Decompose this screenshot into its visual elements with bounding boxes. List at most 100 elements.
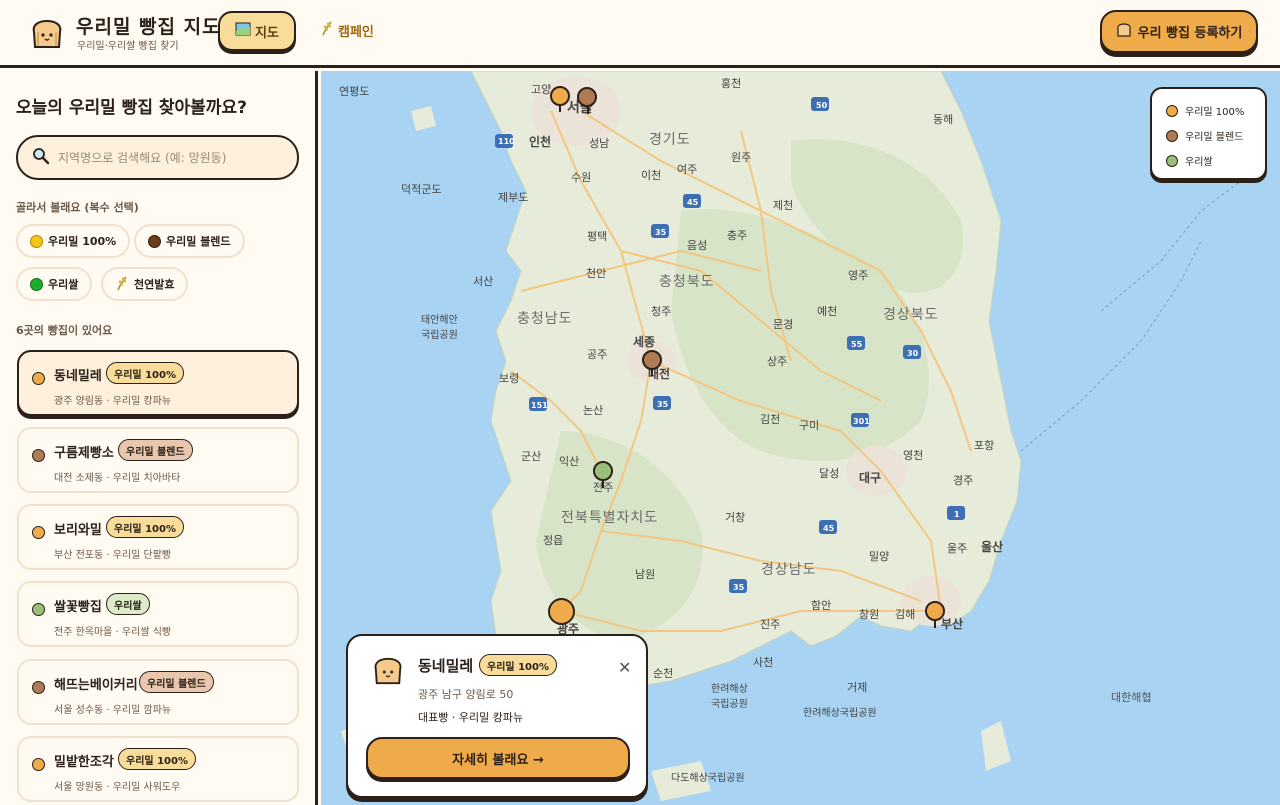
bakery-name: 보리와밀 (54, 523, 102, 538)
bakery-card[interactable]: 구름제빵소 우리밀 블렌드 대전 소제동 · 우리밀 치아바타 (17, 427, 299, 493)
province-label: 경상남도 (761, 562, 817, 578)
type-badge: 우리쌀 (106, 593, 150, 615)
filter-chip-wheat-100[interactable]: 우리밀 100% (16, 224, 131, 258)
type-badge: 우리밀 100% (106, 362, 184, 384)
place-label: 예천 (817, 305, 838, 318)
legend-item: 우리쌀 (1166, 153, 1213, 168)
svg-text:45: 45 (823, 524, 835, 533)
app-subtitle: 우리밀·우리쌀 빵집 찾기 (77, 41, 179, 52)
type-dot-icon (32, 758, 45, 771)
bakery-pin-wheat-100[interactable] (550, 86, 570, 106)
place-label: 이천 (641, 169, 662, 182)
place-label: 청주 (651, 305, 672, 318)
svg-text:35: 35 (655, 228, 667, 237)
wheat-icon (320, 20, 334, 40)
place-label: 영천 (903, 449, 924, 462)
bakery-card[interactable]: 밀밭한조각 우리밀 100% 서울 망원동 · 우리밀 사워도우 (17, 736, 299, 802)
place-label: 인천 (529, 135, 552, 149)
filter-chip-rice[interactable]: 우리쌀 (16, 267, 93, 301)
place-label: 여주 (677, 163, 698, 176)
place-label: 성남 (589, 137, 610, 150)
bakery-card[interactable]: 보리와밀 우리밀 100% 부산 전포동 · 우리밀 단팥빵 (17, 504, 299, 570)
bakery-count: 6곳의 빵집이 있어요 (16, 324, 113, 337)
legend-dot-icon (1166, 104, 1178, 117)
place-label: 수원 (571, 171, 592, 184)
search-box[interactable] (16, 135, 299, 180)
filter-label: 골라서 볼래요 (복수 선택) (16, 201, 139, 214)
place-label: 상주 (767, 355, 788, 368)
place-label: 창원 (859, 608, 880, 621)
bakery-pin-wheat-blend[interactable] (642, 350, 662, 370)
place-label: 원주 (731, 151, 752, 164)
bakery-meta: 대전 소제동 · 우리밀 치아바타 (54, 473, 181, 484)
svg-text:55: 55 (851, 340, 863, 349)
app-header: 우리밀 빵집 지도 우리밀·우리쌀 빵집 찾기 지도 캠페인 우리 빵집 등록하… (0, 0, 1280, 68)
filter-chip-wheat-blend[interactable]: 우리밀 블렌드 (134, 224, 245, 258)
place-label: 동해 (933, 113, 954, 126)
place-label: 문경 (773, 318, 794, 331)
svg-text:35: 35 (733, 583, 745, 592)
place-label: 남원 (635, 568, 656, 581)
legend-item: 우리밀 100% (1166, 103, 1244, 118)
place-label: 사천 (753, 656, 774, 669)
brown-circle-icon (148, 234, 161, 248)
place-label: 함안 (811, 599, 832, 612)
map-legend: 우리밀 100% 우리밀 블렌드 우리쌀 (1150, 87, 1267, 180)
place-label: 평택 (587, 230, 608, 243)
filter-chip-natural-fermentation[interactable]: 천연발효 (101, 267, 189, 301)
sidebar-heading: 오늘의 우리밀 빵집 찾아볼까요? (16, 98, 247, 118)
place-label: 대한해협 (1111, 691, 1152, 704)
bakery-pin-rice[interactable] (593, 461, 613, 481)
search-icon (32, 147, 50, 169)
province-label: 경상북도 (883, 307, 939, 323)
place-label: 서산 (473, 275, 494, 288)
place-label: 거창 (725, 511, 746, 524)
search-input[interactable] (58, 150, 278, 165)
filter-chip-label: 천연발효 (134, 278, 175, 291)
legend-dot-icon (1166, 129, 1178, 142)
popup-type-badge: 우리밀 100% (479, 654, 557, 676)
bakery-name: 쌀꽃빵집 (54, 600, 102, 615)
place-label: 제부도 (498, 191, 529, 204)
type-badge: 우리밀 블렌드 (118, 439, 193, 461)
filter-chip-label: 우리쌀 (48, 278, 79, 291)
nav-campaign-label: 캠페인 (338, 24, 374, 40)
svg-text:110: 110 (498, 137, 515, 146)
place-label: 진주 (760, 618, 781, 631)
nav-campaign-tab[interactable]: 캠페인 (320, 20, 374, 40)
bakery-name: 동네밀레 (54, 369, 102, 384)
bakery-card[interactable]: 쌀꽃빵집 우리쌀 전주 한옥마을 · 우리쌀 식빵 (17, 581, 299, 647)
place-label: 포항 (974, 439, 995, 452)
place-label: 정읍 (543, 534, 564, 547)
svg-text:151: 151 (531, 401, 548, 410)
view-detail-button[interactable]: 자세히 볼래요 → (366, 737, 630, 779)
place-label: 논산 (583, 404, 604, 417)
type-badge: 우리밀 100% (118, 748, 196, 770)
bread-icon (1116, 22, 1132, 42)
place-label: 김해 (895, 608, 916, 621)
province-label: 전북특별자치도 (561, 510, 659, 526)
type-badge: 우리밀 100% (106, 516, 184, 538)
place-label: 충주 (727, 229, 748, 242)
nav-map-label: 지도 (255, 25, 279, 41)
app-title[interactable]: 우리밀 빵집 지도 (76, 12, 221, 39)
bakery-card[interactable]: 해뜨는베이커리 우리밀 블렌드 서울 성수동 · 우리밀 깜파뉴 (17, 659, 299, 725)
bakery-card[interactable]: 동네밀레 우리밀 100% 광주 양림동 · 우리밀 캉파뉴 (17, 350, 299, 416)
bread-logo-icon[interactable] (30, 18, 64, 50)
place-label: 덕적군도 (401, 183, 442, 196)
place-label: 달성 (819, 467, 840, 480)
place-label: 보령 (499, 372, 520, 385)
popup-representative: 대표빵 · 우리밀 캉파뉴 (418, 711, 524, 724)
nav-map-tab[interactable]: 지도 (218, 11, 296, 51)
type-dot-icon (32, 372, 45, 385)
type-dot-icon (32, 449, 45, 462)
place-label: 연평도 (339, 85, 370, 98)
svg-text:30: 30 (907, 349, 919, 358)
bakery-pin-wheat-100[interactable] (925, 601, 945, 621)
bakery-popup: 동네밀레 우리밀 100% ✕ 광주 남구 양림로 50 대표빵 · 우리밀 캉… (346, 634, 648, 798)
register-bakery-button[interactable]: 우리 빵집 등록하기 (1100, 10, 1258, 53)
province-label: 충청남도 (517, 311, 573, 327)
bakery-pin-selected[interactable] (548, 598, 575, 625)
close-icon[interactable]: ✕ (618, 658, 631, 677)
bakery-pin-wheat-blend[interactable] (577, 87, 597, 107)
